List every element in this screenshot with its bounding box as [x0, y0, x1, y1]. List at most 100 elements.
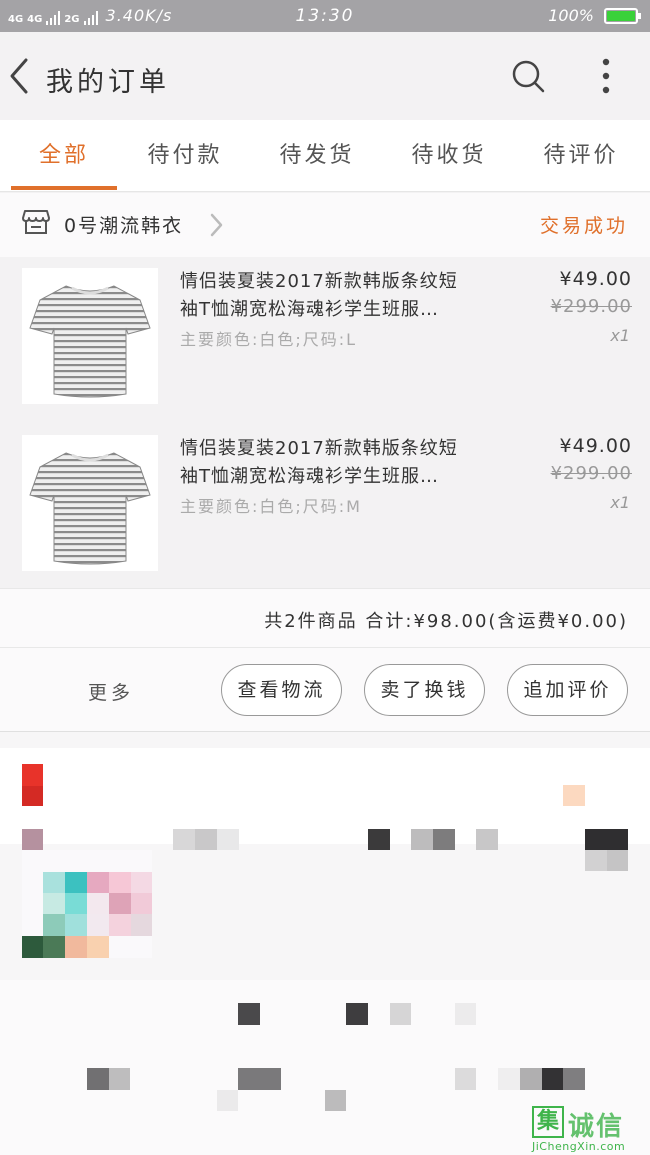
tab-pending-review[interactable]: 待评价: [526, 120, 636, 192]
tab-pending-receipt[interactable]: 待收货: [394, 120, 504, 192]
more-actions-button[interactable]: 更多: [88, 678, 134, 705]
battery-icon: [604, 8, 641, 24]
order-total: 共2件商品 合计:¥98.00(含运费¥0.00): [264, 611, 628, 632]
product-price: ¥49.00: [559, 268, 632, 290]
product-title-line-2: 袖T恤潮宽松海魂衫学生班服…: [180, 299, 439, 320]
pixelated-band: [0, 748, 650, 844]
pixel-block: [43, 872, 65, 893]
pixel-block: [607, 850, 628, 871]
pixel-block: [238, 1003, 260, 1025]
pixel-block: [131, 872, 152, 893]
search-icon: [512, 60, 545, 93]
app-header: 我的订单: [0, 32, 650, 120]
pixel-block: [22, 936, 43, 958]
pixel-block: [585, 850, 607, 871]
search-button[interactable]: [508, 56, 548, 96]
order-item[interactable]: 情侣装夏装2017新款韩版条纹短 袖T恤潮宽松海魂衫学生班服… 主要颜色:白色;…: [0, 260, 650, 420]
watermark-mark-icon: 集: [532, 1106, 564, 1138]
store-icon: [22, 209, 50, 235]
product-quantity: x1: [610, 493, 630, 512]
pixel-block: [433, 829, 455, 850]
product-title-line-1: 情侣装夏装2017新款韩版条纹短: [180, 271, 458, 292]
tab-pending-payment[interactable]: 待付款: [130, 120, 240, 192]
product-image: [22, 435, 158, 571]
order-tabs: 全部 待付款 待发货 待收货 待评价: [0, 120, 650, 192]
shop-name[interactable]: 0号潮流韩衣: [64, 211, 183, 238]
watermark-logo: 集 诚信 JiChengXin.com: [532, 1104, 644, 1154]
pixel-block: [476, 829, 498, 850]
pixel-block: [65, 914, 87, 936]
product-title[interactable]: 情侣装夏装2017新款韩版条纹短 袖T恤潮宽松海魂衫学生班服…: [180, 268, 500, 324]
order-actions: 更多 查看物流 卖了换钱 追加评价: [0, 648, 650, 732]
pixel-block: [87, 872, 109, 893]
resell-button[interactable]: 卖了换钱: [364, 664, 485, 716]
pixel-block: [22, 829, 43, 850]
chevron-right-icon: [208, 211, 224, 239]
pixel-block: [563, 1068, 585, 1090]
product-original-price: ¥299.00: [550, 463, 632, 484]
order-item[interactable]: 情侣装夏装2017新款韩版条纹短 袖T恤潮宽松海魂衫学生班服… 主要颜色:白色;…: [0, 427, 650, 587]
view-logistics-button[interactable]: 查看物流: [221, 664, 342, 716]
pixel-block: [87, 914, 109, 936]
product-quantity: x1: [610, 326, 630, 345]
product-title-line-1: 情侣装夏装2017新款韩版条纹短: [180, 438, 458, 459]
pixel-block: [65, 893, 87, 914]
pixel-block: [43, 893, 65, 914]
pixel-block: [87, 1068, 109, 1090]
order-status: 交易成功: [539, 215, 628, 237]
pixel-block: [109, 893, 131, 914]
pixelated-content: [0, 732, 650, 1155]
order-summary: 共2件商品 合计:¥98.00(含运费¥0.00): [0, 588, 650, 648]
tab-pending-shipment[interactable]: 待发货: [262, 120, 372, 192]
status-bar: 4G 4G 2G 3.40K/s 13:30 100%: [0, 0, 650, 32]
product-original-price: ¥299.00: [550, 296, 632, 317]
pixel-block: [173, 829, 195, 850]
pixel-block: [455, 1003, 476, 1025]
pixel-block: [498, 1068, 520, 1090]
pixel-block: [390, 1003, 411, 1025]
pixel-block: [43, 914, 65, 936]
pixel-block: [217, 1090, 238, 1111]
pixel-block: [22, 764, 43, 786]
pixel-block: [87, 893, 109, 914]
back-button[interactable]: [6, 54, 34, 98]
pixel-block: [563, 785, 585, 806]
battery-level: [607, 11, 635, 21]
product-title-line-2: 袖T恤潮宽松海魂衫学生班服…: [180, 466, 439, 487]
pixel-block: [87, 936, 109, 958]
pixel-block: [411, 829, 433, 850]
pixel-block: [195, 829, 217, 850]
add-review-button[interactable]: 追加评价: [507, 664, 628, 716]
pixel-block: [325, 1090, 346, 1111]
product-title[interactable]: 情侣装夏装2017新款韩版条纹短 袖T恤潮宽松海魂衫学生班服…: [180, 435, 500, 491]
page-title: 我的订单: [46, 67, 170, 98]
back-arrow-icon: [10, 58, 28, 94]
watermark-site: JiChengXin.com: [532, 1140, 626, 1153]
tab-all[interactable]: 全部: [11, 120, 117, 192]
pixel-block: [22, 786, 43, 806]
watermark-word: 诚信: [568, 1112, 625, 1142]
pixel-block: [109, 872, 131, 893]
pixel-block: [131, 914, 152, 936]
pixel-block: [43, 936, 65, 958]
pixel-block: [65, 872, 87, 893]
pixel-block: [238, 1068, 281, 1090]
pixel-block: [346, 1003, 368, 1025]
product-image: [22, 268, 158, 404]
active-tab-indicator: [11, 186, 117, 190]
pixel-block: [217, 829, 239, 850]
pixel-block: [520, 1068, 542, 1090]
pixel-block: [455, 1068, 476, 1090]
product-spec: 主要颜色:白色;尺码:L: [180, 330, 358, 349]
pixel-block: [368, 829, 390, 850]
pixel-block: [542, 1068, 563, 1090]
product-price: ¥49.00: [559, 435, 632, 457]
pixel-block: [65, 936, 87, 958]
more-options-button[interactable]: [592, 56, 620, 96]
pixel-block: [109, 1068, 130, 1090]
kebab-menu-icon: [602, 58, 610, 94]
shop-row[interactable]: 0号潮流韩衣 交易成功: [0, 193, 650, 257]
pixel-block: [585, 829, 628, 850]
pixel-block: [131, 893, 152, 914]
product-spec: 主要颜色:白色;尺码:M: [180, 497, 362, 516]
